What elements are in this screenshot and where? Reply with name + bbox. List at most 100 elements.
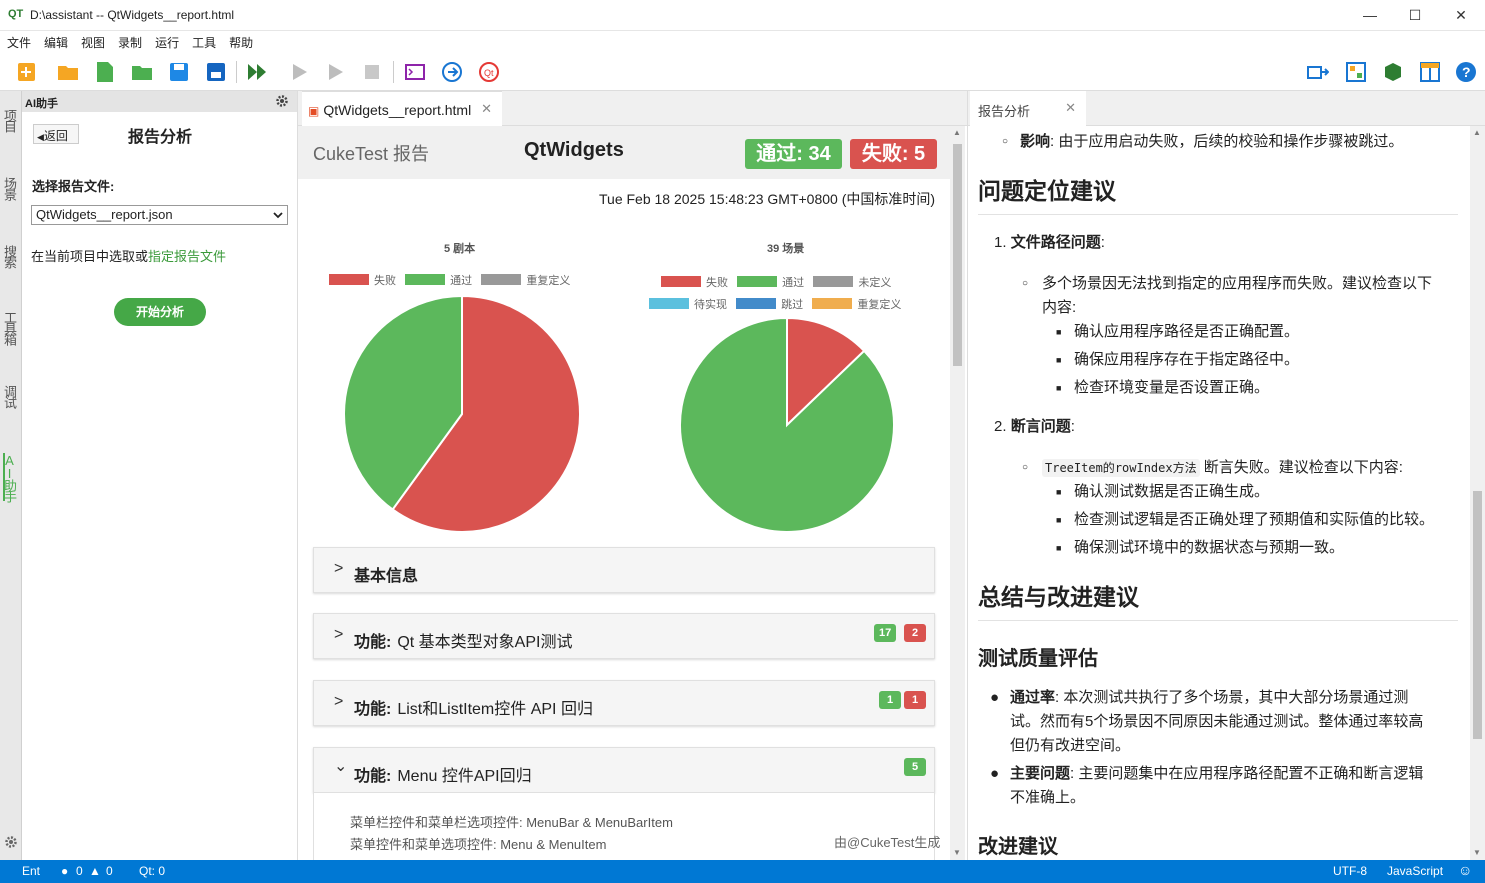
scrollbar-thumb[interactable]: [1473, 491, 1482, 739]
item-1-title: 1. 文件路径问题:: [994, 234, 1105, 251]
panel-feature-qt-basic[interactable]: > 功能: Qt 基本类型对象API测试 17 2: [313, 613, 935, 659]
legend-item: 重复定义: [481, 274, 570, 287]
status-mode[interactable]: Ent: [22, 864, 40, 878]
menu-file[interactable]: 文件: [0, 31, 37, 51]
help-icon[interactable]: ?: [1455, 61, 1477, 83]
chevron-down-icon: ⌄: [334, 758, 348, 775]
side-tab-search[interactable]: 搜索: [2, 245, 19, 267]
warning-count[interactable]: 0: [106, 864, 113, 878]
close-tab-icon[interactable]: ✕: [1065, 100, 1076, 116]
scenario-item[interactable]: 菜单栏控件和菜单栏选项控件: MenuBar & MenuBarItem: [350, 812, 673, 831]
settings-gear-icon[interactable]: [4, 835, 18, 849]
item-1-bullet: ■ 确保应用程序存在于指定路径中。: [1056, 351, 1300, 368]
legend-item: 跳过: [736, 298, 803, 311]
item-2-bullet: ■ 检查测试逻辑是否正确处理了预期值和实际值的比较。: [1056, 511, 1435, 528]
gear-icon[interactable]: [275, 94, 289, 108]
qt-tools-icon[interactable]: Qt: [478, 61, 500, 83]
qt-status[interactable]: Qt: 0: [139, 864, 165, 878]
passed-count-badge: 5: [904, 758, 926, 776]
side-tab-scenario[interactable]: 场景: [2, 177, 19, 199]
stop-icon[interactable]: [361, 61, 383, 83]
specify-report-link[interactable]: 指定报告文件: [148, 249, 226, 264]
encoding[interactable]: UTF-8: [1333, 864, 1367, 878]
scroll-up-icon[interactable]: ▲: [953, 128, 961, 137]
panel-feature-list[interactable]: > 功能: List和ListItem控件 API 回归 1 1: [313, 680, 935, 726]
menu-view[interactable]: 视图: [74, 31, 111, 51]
legend-item: 失败: [329, 274, 396, 287]
chevron-right-icon: >: [334, 626, 344, 643]
layout-icon[interactable]: [1419, 61, 1441, 83]
run-step-icon[interactable]: [289, 61, 311, 83]
report-timestamp: Tue Feb 18 2025 15:48:23 GMT+0800 (中国标准时…: [599, 191, 936, 207]
project-name: QtWidgets: [524, 139, 624, 161]
scroll-down-icon[interactable]: ▼: [953, 848, 961, 857]
navigate-icon[interactable]: [441, 61, 463, 83]
tab-report-analysis[interactable]: 报告分析 ✕: [970, 91, 1086, 127]
record-icon[interactable]: [1307, 61, 1329, 83]
scroll-down-icon[interactable]: ▼: [1473, 848, 1481, 857]
play-icon[interactable]: [325, 61, 347, 83]
new-project-icon[interactable]: [16, 61, 38, 83]
close-tab-icon[interactable]: ✕: [481, 101, 492, 117]
side-tab-toolbox[interactable]: 工具箱: [2, 311, 19, 344]
run-all-icon[interactable]: [246, 61, 268, 83]
minimize-button[interactable]: —: [1347, 0, 1393, 31]
scenario-item[interactable]: 菜单控件和菜单选项控件: Menu & MenuItem: [350, 834, 606, 853]
side-tab-debug[interactable]: 调试: [2, 385, 19, 407]
close-button[interactable]: ✕: [1438, 0, 1484, 31]
report-footer: 由@CukeTest生成: [834, 835, 941, 850]
feedback-smiley-icon[interactable]: ☺: [1458, 862, 1472, 878]
chart1-legend: 失败 通过 重复定义: [329, 272, 570, 288]
svg-text:?: ?: [1462, 64, 1471, 80]
legend-item: 未定义: [813, 276, 891, 289]
chevron-down-icon: [273, 212, 283, 219]
tab-report-html[interactable]: ▣ QtWidgets__report.html ✕: [302, 91, 502, 127]
scroll-up-icon[interactable]: ▲: [1473, 128, 1481, 137]
tab-label: 报告分析: [978, 104, 1031, 119]
menu-bar: 文件 编辑 视图 录制 运行 工具 帮助: [0, 31, 1485, 53]
toolbar: Qt ?: [0, 53, 1485, 91]
package-icon[interactable]: [1382, 61, 1404, 83]
side-tab-project[interactable]: 项目: [2, 109, 19, 131]
report-scrollbar[interactable]: ▲ ▼: [950, 126, 965, 860]
legend-item: 失败: [661, 276, 728, 289]
language-mode[interactable]: JavaScript: [1387, 864, 1443, 878]
tab-label: QtWidgets__report.html: [323, 102, 472, 118]
heading-improve: 改进建议: [978, 836, 1058, 858]
svg-text:Qt: Qt: [484, 68, 494, 78]
menu-run[interactable]: 运行: [148, 31, 185, 51]
menu-help[interactable]: 帮助: [222, 31, 259, 51]
heading-locate: 问题定位建议: [978, 178, 1116, 204]
error-count[interactable]: 0: [76, 864, 83, 878]
open-folder-icon[interactable]: [57, 61, 79, 83]
save-icon[interactable]: [168, 61, 190, 83]
legend-item: 重复定义: [812, 298, 901, 311]
start-analysis-button[interactable]: 开始分析: [114, 298, 206, 326]
select-hint: 在当前项目中选取或指定报告文件: [31, 246, 226, 265]
scrollbar-thumb[interactable]: [953, 144, 962, 366]
chart1-title: 5 剧本: [444, 243, 476, 255]
scenarios-pie-chart: [679, 316, 895, 533]
save-all-icon[interactable]: [205, 61, 227, 83]
failed-count-badge: 1: [904, 691, 926, 709]
main-issue-item: ● 主要问题: 主要问题集中在应用程序路径配置不正确和断言逻辑 不准确上。: [990, 765, 1424, 806]
ai-panel-header: AI助手: [22, 91, 297, 112]
menu-tools[interactable]: 工具: [185, 31, 222, 51]
new-file-icon[interactable]: [94, 61, 116, 83]
terminal-icon[interactable]: [404, 61, 426, 83]
panel-feature-menu[interactable]: ⌄ 功能: Menu 控件API回归 5: [313, 747, 935, 793]
maximize-button[interactable]: ☐: [1392, 0, 1438, 31]
back-arrow-icon: ◀: [37, 132, 44, 142]
analysis-scrollbar[interactable]: ▲ ▼: [1470, 126, 1485, 860]
model-manager-icon[interactable]: [1345, 61, 1367, 83]
open-file-icon[interactable]: [131, 61, 153, 83]
chevron-right-icon: >: [334, 560, 344, 577]
pass-rate-item: ● 通过率: 本次测试共执行了多个场景，其中大部分场景通过测 试。然而有5个场景因不…: [990, 689, 1424, 754]
panel-basic-info[interactable]: > 基本信息: [313, 547, 935, 593]
menu-edit[interactable]: 编辑: [37, 31, 74, 51]
menu-record[interactable]: 录制: [111, 31, 148, 51]
status-bar: Ent ● 0 ▲ 0 Qt: 0 UTF-8 JavaScript ☺: [0, 860, 1485, 883]
report-file-select[interactable]: QtWidgets__report.json: [31, 205, 288, 225]
side-tab-ai-assistant[interactable]: AI助手: [2, 453, 19, 501]
back-button[interactable]: ◀返回: [33, 124, 79, 144]
